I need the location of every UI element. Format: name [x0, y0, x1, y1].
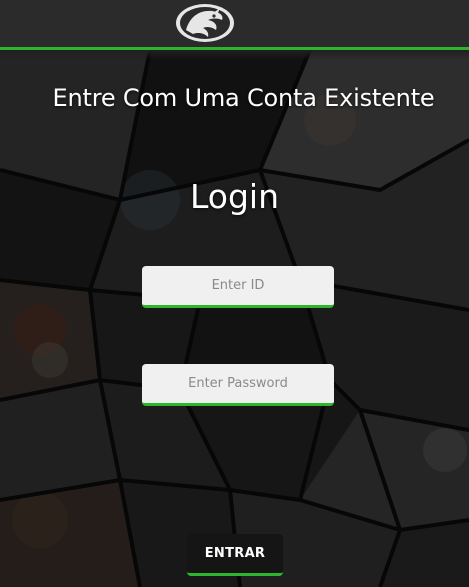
password-input[interactable] [142, 364, 334, 406]
login-page: Entre Com Uma Conta Existente Login ENTR… [0, 0, 469, 587]
login-title: Login [189, 177, 280, 216]
id-input[interactable] [142, 266, 334, 308]
login-content: Entre Com Uma Conta Existente Login ENTR… [0, 0, 469, 587]
page-headline: Entre Com Uma Conta Existente [52, 84, 435, 112]
submit-button[interactable]: ENTRAR [187, 534, 283, 576]
